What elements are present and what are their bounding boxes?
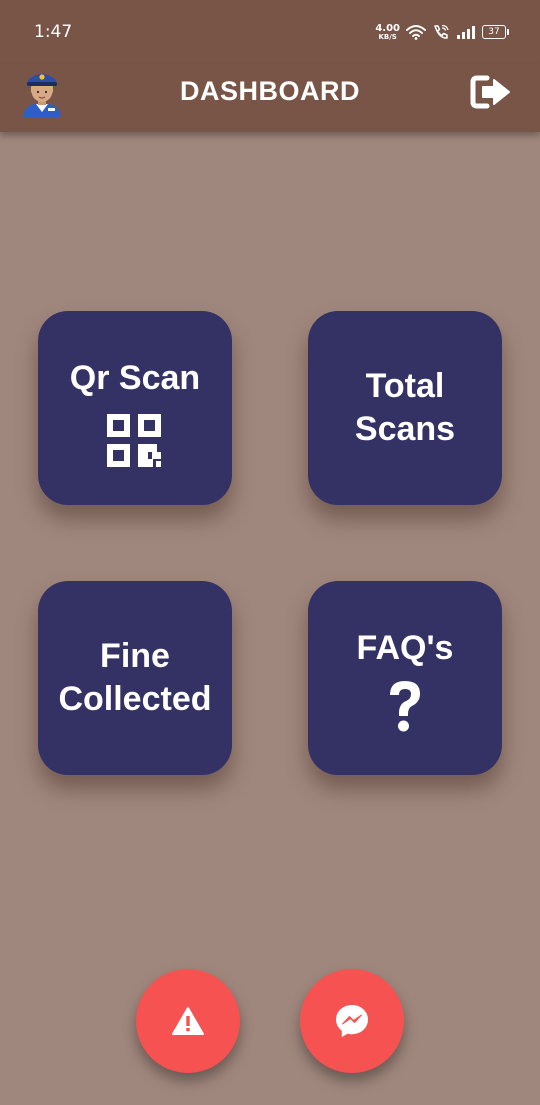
battery-icon: 37 [482,25,509,39]
status-bar: 1:47 4.00 KB/S 37 [0,0,540,64]
fine-collected-label: Fine Collected [58,637,212,718]
network-speed: 4.00 KB/S [375,22,400,41]
messenger-icon [336,1005,368,1037]
wifi-icon [406,25,426,40]
wifi-call-icon [434,24,449,39]
qr-code-icon [107,414,161,467]
network-speed-value: 4.00 [375,22,400,34]
messenger-button[interactable] [300,969,404,1073]
status-time: 1:47 [34,22,73,42]
total-scans-label: Total Scans [354,367,456,448]
page-title: DASHBOARD [180,76,360,106]
qr-scan-tile[interactable]: Qr Scan [38,311,232,505]
alert-button[interactable] [136,969,240,1073]
warning-icon [172,1007,204,1035]
total-scans-tile[interactable]: Total Scans [308,311,502,505]
fine-collected-tile[interactable]: Fine Collected [38,581,232,775]
app-bar: DASHBOARD [0,64,540,132]
faq-tile[interactable]: FAQ's [308,581,502,775]
faq-label: FAQ's [356,629,454,667]
logout-icon[interactable] [470,74,512,110]
battery-level: 37 [488,27,500,37]
signal-icon [457,26,475,39]
network-speed-unit: KB/S [378,32,397,41]
question-mark-icon [390,681,420,732]
qr-scan-label: Qr Scan [69,359,201,397]
status-icons: 4.00 KB/S 37 [375,20,509,44]
